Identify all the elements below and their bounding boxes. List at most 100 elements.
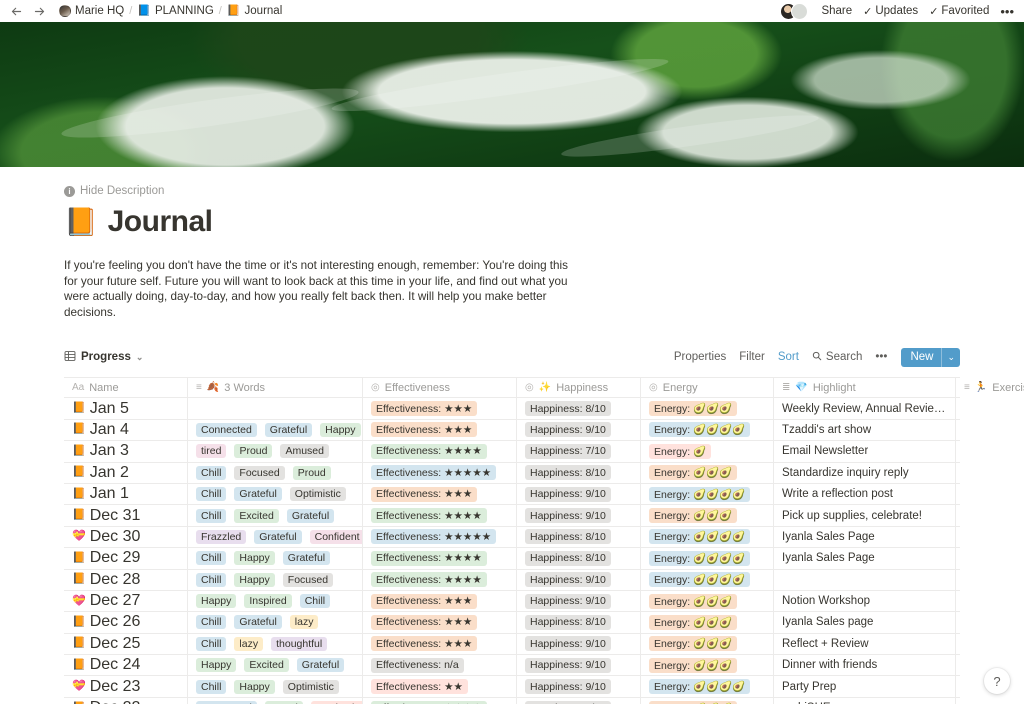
cell-name[interactable]: 💝 Dec 23 — [64, 676, 188, 697]
help-button[interactable]: ? — [984, 668, 1010, 694]
table-row[interactable]: 📙 Jan 1 Chill Grateful Optimistic Effectivene… — [64, 483, 960, 506]
cell-highlight[interactable]: Iyanla Sales Page — [774, 526, 956, 548]
cell-name[interactable]: 📙 Dec 25 — [64, 633, 188, 655]
cell-exercise[interactable]: Walk with Ben — [956, 591, 960, 611]
search-button[interactable]: Search — [812, 351, 862, 364]
cell-energy[interactable]: Energy: 🥑🥑🥑 — [641, 590, 774, 612]
cell-exercise[interactable]: Walk with Ben — [956, 484, 960, 504]
cell-highlight[interactable]: Write a reflection post — [774, 483, 956, 505]
cell-highlight[interactable]: Notion Workshop — [774, 590, 956, 612]
cell-effectiveness[interactable]: Effectiveness: ★★★★ — [363, 548, 517, 569]
table-row[interactable]: 📙 Dec 29 Chill Happy Grateful Effectiveness: … — [64, 548, 960, 570]
properties-button[interactable]: Properties — [674, 351, 726, 363]
cell-highlight[interactable]: Dinner with friends — [774, 655, 956, 676]
cell-3-words[interactable]: Chill Excited Grateful — [188, 505, 363, 526]
cell-effectiveness[interactable]: Effectiveness: ★★★★ — [363, 697, 517, 704]
cell-exercise[interactable]: 😅 — [956, 655, 960, 675]
breadcrumb-item-journal[interactable]: 📙 Journal — [227, 5, 282, 17]
new-button[interactable]: New ⌄ — [901, 347, 960, 367]
cell-exercise[interactable]: 😅 — [956, 441, 960, 461]
cell-effectiveness[interactable]: Effectiveness: ★★★ — [363, 419, 517, 441]
cell-effectiveness[interactable]: Effectiveness: ★★★ — [363, 398, 517, 419]
cell-highlight[interactable]: Party Prep — [774, 676, 956, 697]
cell-energy[interactable]: Energy: 🥑🥑🥑🥑 — [641, 483, 774, 505]
cell-energy[interactable]: Energy: 🥑🥑🥑🥑 — [641, 676, 774, 697]
collaborator-avatars[interactable] — [780, 2, 809, 20]
breadcrumb-item-planning[interactable]: 📘 PLANNING — [137, 5, 214, 17]
cell-energy[interactable]: Energy: 🥑🥑🥑 — [641, 633, 774, 655]
cell-energy[interactable]: Energy: 🥑🥑🥑 — [641, 697, 774, 704]
cell-effectiveness[interactable]: Effectiveness: ★★★★★ — [363, 462, 517, 483]
cell-happiness[interactable]: Happiness: 9/10 — [517, 633, 641, 655]
chevron-down-icon[interactable]: ⌄ — [136, 352, 144, 363]
cell-highlight[interactable]: Pick up supplies, celebrate! — [774, 505, 956, 526]
cell-3-words[interactable]: Connected Grateful Happy — [188, 419, 363, 441]
cell-3-words[interactable]: Frazzled Grateful Confident — [188, 526, 363, 548]
breadcrumb-item-workspace[interactable]: Marie HQ — [59, 5, 124, 17]
cell-exercise[interactable]: Left the house — [956, 548, 960, 568]
back-icon[interactable] — [10, 5, 23, 18]
cell-effectiveness[interactable]: Effectiveness: n/a — [363, 655, 517, 676]
table-row[interactable]: 📙 Dec 28 Chill Happy Focused Effectiveness: ★… — [64, 569, 960, 591]
cell-name[interactable]: 💝 Dec 30 — [64, 526, 188, 548]
cell-energy[interactable]: Energy: 🥑🥑🥑 — [641, 612, 774, 633]
cell-exercise[interactable]: light gardeningLi — [956, 676, 960, 696]
cell-energy[interactable]: Energy: 🥑🥑🥑 — [641, 505, 774, 526]
cell-highlight[interactable] — [774, 569, 956, 590]
cell-exercise[interactable]: Left the house — [956, 420, 960, 440]
cell-highlight[interactable]: ambiSHEous prep — [774, 697, 956, 704]
cell-happiness[interactable]: Happiness: 8/10 — [517, 398, 641, 419]
cell-happiness[interactable]: Happiness: 9/10 — [517, 569, 641, 590]
column-header-name[interactable]: Aa Name — [64, 378, 188, 398]
cell-energy[interactable]: Energy: 🥑🥑🥑 — [641, 398, 774, 419]
column-header-energy[interactable]: ◎ Energy — [641, 378, 774, 398]
cell-effectiveness[interactable]: Effectiveness: ★★★ — [363, 633, 517, 655]
cell-effectiveness[interactable]: Effectiveness: ★★★★ — [363, 505, 517, 526]
cell-3-words[interactable]: Happy Inspired Chill — [188, 590, 363, 612]
cell-name[interactable]: 📙Dec 22 — [64, 697, 188, 704]
cell-3-words[interactable]: Chill lazy thoughtful — [188, 633, 363, 655]
view-tab-progress[interactable]: Progress ⌄ — [64, 350, 143, 365]
cell-happiness[interactable]: Happiness: 8/10 — [517, 548, 641, 569]
table-row[interactable]: 💝 Dec 27 Happy Inspired Chill Effectiveness: … — [64, 590, 960, 613]
table-row[interactable]: 📙 Jan 5 Effectiveness: ★★★ Happiness: 8/10 E… — [64, 398, 960, 420]
cell-happiness[interactable]: Happiness: 8/10 — [517, 462, 641, 483]
cell-name[interactable]: 📙 Dec 26 — [64, 612, 188, 633]
cell-exercise[interactable]: Walk with Ben — [956, 398, 960, 418]
cell-effectiveness[interactable]: Effectiveness: ★★ — [363, 676, 517, 697]
cell-highlight[interactable]: Weekly Review, Annual Review Post — [774, 398, 956, 419]
cell-effectiveness[interactable]: Effectiveness: ★★★★ — [363, 441, 517, 462]
filter-button[interactable]: Filter — [739, 351, 765, 363]
cell-3-words[interactable]: Chill Grateful Optimistic — [188, 483, 363, 505]
cell-energy[interactable]: Energy: 🥑🥑🥑🥑 — [641, 569, 774, 590]
cell-name[interactable]: 📙 Jan 1 — [64, 483, 188, 505]
cell-energy[interactable]: Energy: 🥑🥑🥑 — [641, 655, 774, 676]
cell-3-words[interactable]: Chill Focused Proud — [188, 462, 363, 483]
cell-highlight[interactable]: Iyanla Sales page — [774, 612, 956, 633]
cell-name[interactable]: 📙 Jan 2 — [64, 462, 188, 483]
cell-happiness[interactable]: Happiness: 9/10 — [517, 419, 641, 441]
share-button[interactable]: Share — [821, 5, 852, 17]
cell-effectiveness[interactable]: Effectiveness: ★★★ — [363, 590, 517, 612]
cell-exercise[interactable] — [956, 527, 960, 547]
cell-exercise[interactable]: Light walk — [956, 698, 960, 704]
cell-highlight[interactable]: Reflect + Review — [774, 633, 956, 655]
cell-3-words[interactable]: Chill Grateful lazy — [188, 612, 363, 633]
new-chevron-down-icon[interactable]: ⌄ — [942, 352, 960, 363]
cell-happiness[interactable]: Happiness: 9/10 — [517, 655, 641, 676]
cell-happiness[interactable]: Happiness: 7/10 — [517, 441, 641, 462]
cell-happiness[interactable]: Happiness: 9/10 — [517, 505, 641, 526]
cell-name[interactable]: 📙 Dec 29 — [64, 548, 188, 569]
cell-3-words[interactable]: ConnectedProudProductive — [188, 697, 363, 704]
cell-happiness[interactable]: Happiness: 9/10 — [517, 483, 641, 505]
toolbar-more-icon[interactable]: ••• — [875, 351, 887, 363]
cell-exercise[interactable]: Light walk — [956, 505, 960, 525]
cell-highlight[interactable]: Standardize inquiry reply — [774, 462, 956, 483]
forward-icon[interactable] — [33, 5, 46, 18]
cell-happiness[interactable]: Happiness: 9/10 — [517, 590, 641, 612]
cell-happiness[interactable]: Happiness: 7/10 — [517, 697, 641, 704]
column-header-happiness[interactable]: ◎ ✨ Happiness — [517, 378, 641, 398]
column-header-exercise[interactable]: ≡ 🏃 Exercise — [956, 378, 1024, 397]
cell-energy[interactable]: Energy: 🥑 — [641, 441, 774, 462]
favorited-button[interactable]: ✓ Favorited — [929, 5, 989, 18]
